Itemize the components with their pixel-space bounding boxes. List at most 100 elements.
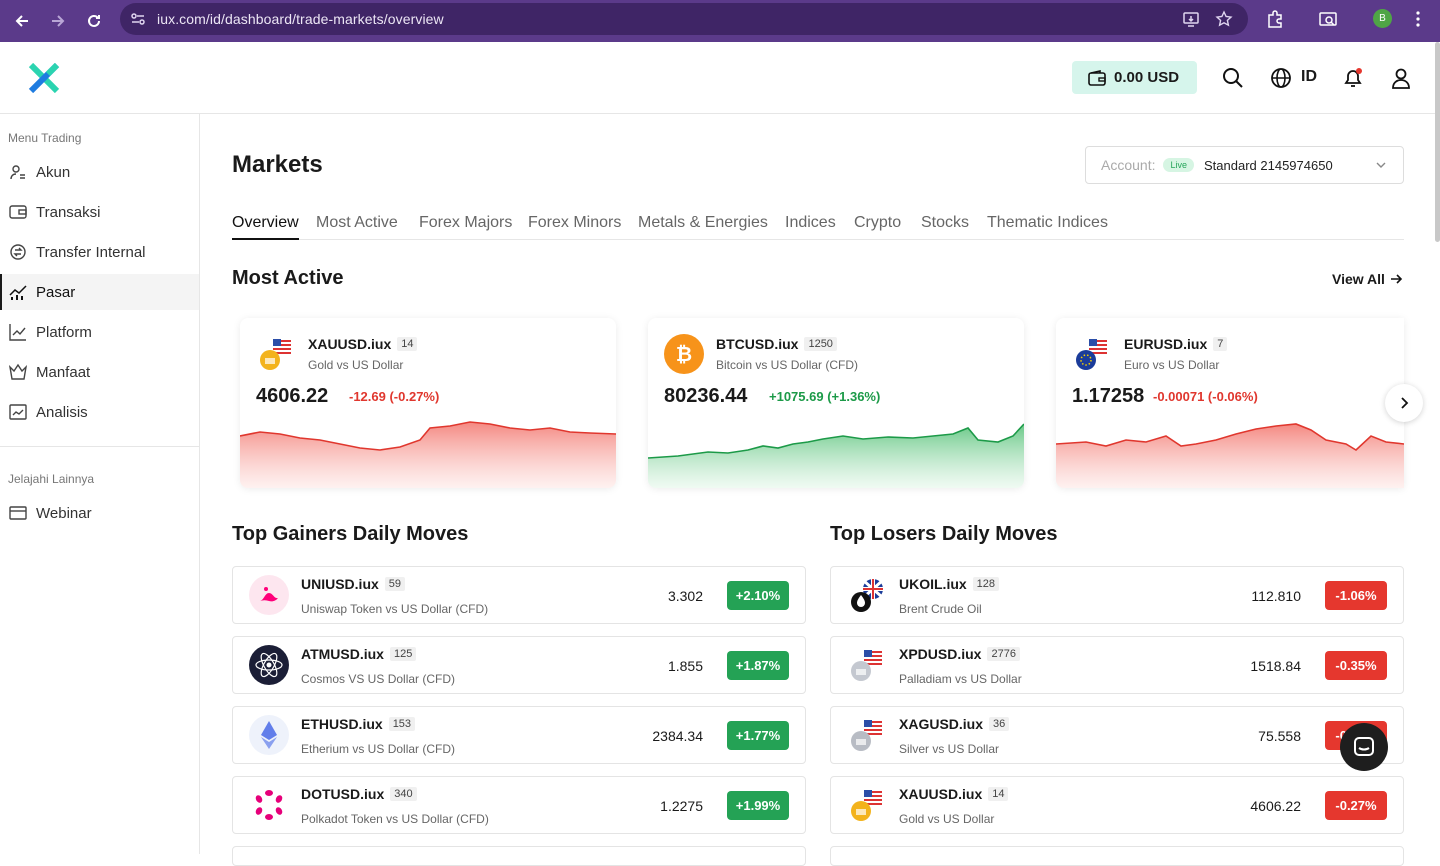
search-icon[interactable] [1221, 66, 1245, 90]
tab-forex-majors[interactable]: Forex Majors [419, 214, 512, 240]
leverage-badge: 2776 [987, 647, 1020, 661]
view-all-link[interactable]: View All [1332, 271, 1403, 287]
language-selector[interactable]: ID [1301, 68, 1317, 86]
sidebar-item-manfaat[interactable]: Manfaat [0, 354, 199, 390]
row-price: 1518.84 [1250, 658, 1301, 674]
sidebar-item-analisis[interactable]: Analisis [0, 394, 199, 430]
page-scrollbar[interactable] [1435, 42, 1440, 242]
loser-row-partial [830, 846, 1404, 866]
sidebar-item-label: Transfer Internal [36, 243, 146, 261]
cosmos-icon [249, 645, 289, 685]
forward-icon[interactable] [44, 7, 72, 35]
sidebar-section-explore: Jelajahi Lainnya [8, 472, 95, 486]
uniswap-icon [249, 575, 289, 615]
arrow-right-icon [1390, 274, 1403, 284]
tab-forex-minors[interactable]: Forex Minors [528, 214, 621, 240]
gainer-row-atmusd[interactable]: ATMUSD.iux 125 Cosmos VS US Dollar (CFD) … [232, 636, 806, 694]
row-price: 75.558 [1258, 728, 1301, 744]
loser-row-xauusd[interactable]: XAUUSD.iux 14 Gold vs US Dollar 4606.22 -… [830, 776, 1404, 834]
browser-menu-icon[interactable] [1408, 9, 1428, 29]
oil-uk-flag-icon [851, 579, 883, 612]
reload-icon[interactable] [80, 7, 108, 35]
benefit-icon [9, 363, 27, 380]
chevron-right-icon [1401, 397, 1409, 409]
tab-overview[interactable]: Overview [232, 214, 299, 240]
browser-toolbar: iux.com/id/dashboard/trade-markets/overv… [0, 0, 1440, 42]
row-percent-badge: -0.35% [1325, 651, 1387, 680]
row-percent-badge: -1.06% [1325, 581, 1387, 610]
loser-row-ukoil[interactable]: UKOIL.iux 128 Brent Crude Oil 112.810 -1.… [830, 566, 1404, 624]
market-card-btcusd[interactable]: ₿ BTCUSD.iux 1250 Bitcoin vs US Dollar (C… [648, 318, 1024, 488]
gold-usd-flag-icon [851, 789, 883, 821]
sidebar-item-label: Transaksi [36, 203, 101, 221]
row-percent-badge: +1.77% [727, 721, 789, 750]
card-description: Gold vs US Dollar [308, 358, 404, 372]
address-bar[interactable]: iux.com/id/dashboard/trade-markets/overv… [120, 3, 1248, 35]
tab-stocks[interactable]: Stocks [921, 214, 969, 240]
sidebar-item-platform[interactable]: Platform [0, 314, 199, 350]
sidebar-item-webinar[interactable]: Webinar [0, 495, 199, 531]
transfer-icon [10, 244, 26, 260]
extensions-icon[interactable] [1265, 9, 1285, 29]
site-settings-icon[interactable] [129, 10, 147, 28]
row-price: 2384.34 [652, 728, 703, 744]
account-selector[interactable]: Account: Live Standard 2145974650 [1085, 146, 1404, 184]
loser-row-xpdusd[interactable]: XPDUSD.iux 2776 Palladiam vs US Dollar 15… [830, 636, 1404, 694]
tab-thematic-indices[interactable]: Thematic Indices [987, 214, 1108, 240]
sidebar-section-trading: Menu Trading [8, 131, 82, 145]
gold-usd-flag-icon [260, 338, 292, 370]
row-price: 3.302 [667, 588, 703, 604]
sidebar-item-pasar[interactable]: Pasar [0, 274, 199, 310]
row-symbol: XAGUSD.iux 36 [899, 716, 1010, 732]
market-card-eurusd[interactable]: EURUSD.iux 7 Euro vs US Dollar 1.17258 -0… [1056, 318, 1404, 488]
row-symbol: DOTUSD.iux 340 [301, 786, 417, 802]
sidebar-item-transaksi[interactable]: Transaksi [0, 194, 199, 230]
row-percent-badge: +1.87% [727, 651, 789, 680]
row-symbol: XAUUSD.iux 14 [899, 786, 1009, 802]
tab-search-icon[interactable] [1318, 9, 1338, 29]
sidebar-item-label: Manfaat [36, 363, 91, 381]
loser-row-xagusd[interactable]: XAGUSD.iux 36 Silver vs US Dollar 75.558 … [830, 706, 1404, 764]
balance-button[interactable]: 0.00 USD [1072, 61, 1197, 94]
card-symbol: XAUUSD.iux 14 [308, 336, 418, 352]
row-description: Gold vs US Dollar [899, 812, 995, 826]
row-description: Brent Crude Oil [899, 602, 982, 616]
sidebar-item-akun[interactable]: Akun [0, 154, 199, 190]
gainer-row-uniusd[interactable]: UNIUSD.iux 59 Uniswap Token vs US Dollar … [232, 566, 806, 624]
tab-indices[interactable]: Indices [785, 214, 836, 240]
polkadot-icon [249, 785, 289, 825]
chart-icon [9, 285, 27, 300]
globe-icon[interactable] [1269, 66, 1293, 90]
row-percent-badge: +1.99% [727, 791, 789, 820]
sidebar-divider [0, 446, 199, 447]
notification-bell-icon[interactable] [1341, 66, 1365, 90]
row-description: Palladiam vs US Dollar [899, 672, 1022, 686]
gainer-row-ethusd[interactable]: ETHUSD.iux 153 Etherium vs US Dollar (CFD… [232, 706, 806, 764]
row-symbol: ETHUSD.iux 153 [301, 716, 416, 732]
card-description: Euro vs US Dollar [1124, 358, 1220, 372]
sidebar-item-transfer-internal[interactable]: Transfer Internal [0, 234, 199, 270]
market-card-xauusd[interactable]: XAUUSD.iux 14 Gold vs US Dollar 4606.22 -… [240, 318, 616, 488]
bookmark-star-icon[interactable] [1215, 10, 1233, 28]
account-icon [10, 165, 25, 180]
carousel-next-button[interactable] [1385, 384, 1423, 422]
tab-most-active[interactable]: Most Active [316, 214, 398, 240]
tab-metals-energies[interactable]: Metals & Energies [638, 214, 768, 240]
card-change: +1075.69 (+1.36%) [769, 389, 881, 404]
install-app-icon[interactable] [1182, 10, 1200, 28]
row-description: Cosmos VS US Dollar (CFD) [301, 672, 456, 686]
tab-crypto[interactable]: Crypto [854, 214, 901, 240]
back-icon[interactable] [8, 7, 36, 35]
gainer-row-dotusd[interactable]: DOTUSD.iux 340 Polkadot Token vs US Dolla… [232, 776, 806, 834]
chat-support-button[interactable] [1340, 723, 1388, 771]
balance-value: 0.00 USD [1114, 69, 1180, 86]
row-symbol: XPDUSD.iux 2776 [899, 646, 1020, 662]
page-title: Markets [232, 151, 323, 178]
user-profile-icon[interactable] [1389, 66, 1413, 90]
account-label: Account: [1101, 157, 1156, 173]
profile-avatar[interactable]: B [1373, 9, 1392, 28]
iux-logo[interactable] [28, 62, 60, 94]
account-value: Standard 2145974650 [1204, 157, 1333, 173]
wallet-icon [1088, 69, 1106, 86]
row-description: Silver vs US Dollar [899, 742, 1000, 756]
